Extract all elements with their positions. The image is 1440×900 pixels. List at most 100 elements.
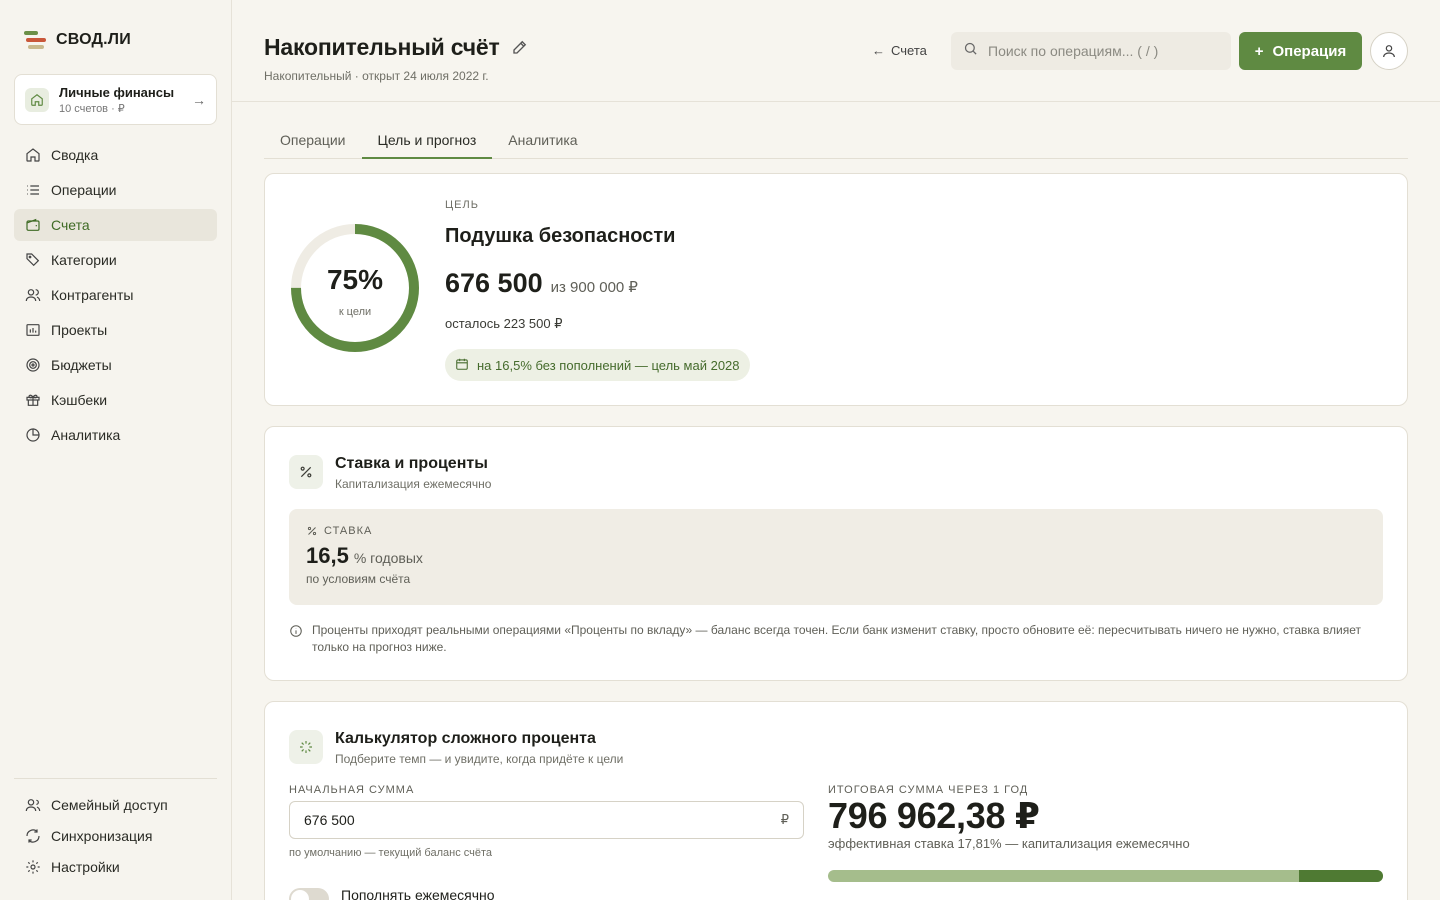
sidebar-nav: Сводка Операции Счета Категории Контраге… <box>14 139 217 454</box>
sidebar-item-analytics[interactable]: Аналитика <box>14 419 217 451</box>
rate-value: 16,5 % годовых <box>306 543 423 569</box>
goal-target-amount: из 900 000 ₽ <box>550 279 638 296</box>
calendar-icon <box>455 357 469 374</box>
add-operation-label: Операция <box>1272 42 1347 60</box>
gear-icon <box>24 858 42 876</box>
rate-unit: % годовых <box>353 550 423 566</box>
result-breakdown-bar <box>828 870 1383 882</box>
brand[interactable]: СВОД.ЛИ <box>24 30 131 50</box>
home-icon <box>25 87 49 112</box>
page-title: Накопительный счёт <box>264 34 500 60</box>
sidebar-item-label: Проекты <box>51 322 108 338</box>
rate-section-subtitle: Капитализация ежемесячно <box>335 477 492 491</box>
monthly-topup-toggle[interactable] <box>289 888 329 900</box>
result-value: 796 962,38 ₽ <box>828 795 1040 836</box>
goal-forecast-badge: на 16,5% без пополнений — цель май 2028 <box>445 349 750 381</box>
sidebar-item-accounts[interactable]: Счета <box>14 209 217 241</box>
main-content: Накопительный счёт Накопительный · откры… <box>232 0 1440 900</box>
list-icon <box>24 181 42 199</box>
pie-chart-icon <box>24 426 42 444</box>
goal-remaining: осталось 223 500 ₽ <box>445 316 563 331</box>
add-operation-button[interactable]: + Операция <box>1239 32 1362 70</box>
initial-amount-input[interactable] <box>304 812 781 828</box>
family-icon <box>24 796 42 814</box>
tab-analytics[interactable]: Аналитика <box>492 122 593 159</box>
sidebar-item-label: Семейный доступ <box>51 797 168 813</box>
chart-bar-icon <box>24 321 42 339</box>
back-link-label: Счета <box>891 43 927 58</box>
workspace-title: Личные финансы <box>59 84 175 100</box>
goal-progress-label: к цели <box>338 306 372 318</box>
user-avatar[interactable] <box>1370 32 1408 70</box>
monthly-topup-label: Пополнять ежемесячно <box>341 887 495 900</box>
sidebar: СВОД.ЛИ Личные финансы 10 счетов · ₽ → С… <box>0 0 232 900</box>
goal-eyebrow: ЦЕЛЬ <box>445 199 479 211</box>
sidebar-item-categories[interactable]: Категории <box>14 244 217 276</box>
sidebar-item-summary[interactable]: Сводка <box>14 139 217 171</box>
sidebar-item-cashback[interactable]: Кэшбеки <box>14 384 217 416</box>
brand-name: СВОД.ЛИ <box>56 31 131 48</box>
rate-note: по условиям счёта <box>306 572 411 586</box>
result-note: эффективная ставка 17,81% — капитализаци… <box>828 836 1190 851</box>
calculator-title: Калькулятор сложного процента <box>335 730 596 747</box>
goal-forecast-text: на 16,5% без пополнений — цель май 2028 <box>477 357 740 373</box>
sidebar-item-label: Контрагенты <box>51 287 134 303</box>
rate-box[interactable]: СТАВКА 16,5 % годовых по условиям счёта <box>289 509 1383 605</box>
initial-amount-field[interactable]: ₽ <box>289 801 804 839</box>
rate-eyebrow: СТАВКА <box>306 525 372 537</box>
sidebar-item-sync[interactable]: Синхронизация <box>14 822 217 850</box>
calculator-card: Калькулятор сложного процента Подберите … <box>264 701 1408 900</box>
rate-info-text: Проценты приходят реальными операциями «… <box>312 623 1361 654</box>
sidebar-item-budgets[interactable]: Бюджеты <box>14 349 217 381</box>
workspace-subtitle: 10 счетов · ₽ <box>59 102 125 115</box>
tag-icon <box>24 251 42 269</box>
sidebar-item-projects[interactable]: Проекты <box>14 314 217 346</box>
tabs: Операции Цель и прогноз Аналитика <box>264 122 1408 159</box>
target-icon <box>24 356 42 374</box>
sparkle-icon <box>289 730 323 764</box>
users-icon <box>24 286 42 304</box>
sidebar-item-label: Операции <box>51 182 117 198</box>
goal-card: 75% к цели ЦЕЛЬ Подушка безопасности 676… <box>264 173 1408 406</box>
sidebar-item-settings[interactable]: Настройки <box>14 853 217 881</box>
rate-eyebrow-label: СТАВКА <box>324 525 373 537</box>
arrow-left-icon: ← <box>872 43 885 58</box>
page-subtitle: Накопительный · открыт 24 июля 2022 г. <box>264 69 489 83</box>
monthly-topup-row[interactable]: Пополнять ежемесячно <box>289 880 495 900</box>
info-icon <box>289 622 303 656</box>
search-box[interactable] <box>951 32 1231 70</box>
pencil-icon[interactable] <box>511 38 529 56</box>
search-icon <box>963 41 978 61</box>
sidebar-item-label: Бюджеты <box>51 357 112 373</box>
sidebar-item-operations[interactable]: Операции <box>14 174 217 206</box>
workspace-switcher[interactable]: Личные финансы 10 счетов · ₽ → <box>14 74 217 125</box>
page-header: Накопительный счёт Накопительный · откры… <box>232 0 1440 102</box>
percent-icon <box>289 455 323 489</box>
percent-icon <box>307 526 317 536</box>
sidebar-item-family-access[interactable]: Семейный доступ <box>14 791 217 819</box>
back-to-accounts-link[interactable]: ← Счета <box>872 43 927 58</box>
sidebar-item-label: Аналитика <box>51 427 121 443</box>
sidebar-item-label: Категории <box>51 252 117 268</box>
sidebar-item-label: Синхронизация <box>51 828 153 844</box>
initial-amount-hint: по умолчанию — текущий баланс счёта <box>289 847 493 859</box>
rate-section-title: Ставка и проценты <box>335 455 488 472</box>
tab-operations[interactable]: Операции <box>264 122 362 159</box>
goal-name: Подушка безопасности <box>445 225 676 247</box>
sync-icon <box>24 827 42 845</box>
result-interest-segment <box>1299 870 1383 882</box>
arrow-right-icon: → <box>192 91 206 108</box>
search-input[interactable] <box>988 43 1208 59</box>
initial-amount-label: НАЧАЛЬНАЯ СУММА <box>289 784 415 796</box>
goal-current-amount: 676 500 <box>445 268 543 298</box>
sidebar-item-label: Счета <box>51 217 90 233</box>
sidebar-item-counterparties[interactable]: Контрагенты <box>14 279 217 311</box>
tab-goal-forecast[interactable]: Цель и прогноз <box>361 122 493 159</box>
wallet-icon <box>24 216 42 234</box>
calculator-subtitle: Подберите темп — и увидите, когда придёт… <box>335 752 624 766</box>
rate-number: 16,5 <box>306 543 349 568</box>
rate-card: Ставка и проценты Капитализация ежемесяч… <box>264 426 1408 681</box>
currency-symbol: ₽ <box>780 812 789 827</box>
rate-info: Проценты приходят реальными операциями «… <box>289 622 1369 656</box>
goal-progress-percent: 75% <box>326 264 384 295</box>
